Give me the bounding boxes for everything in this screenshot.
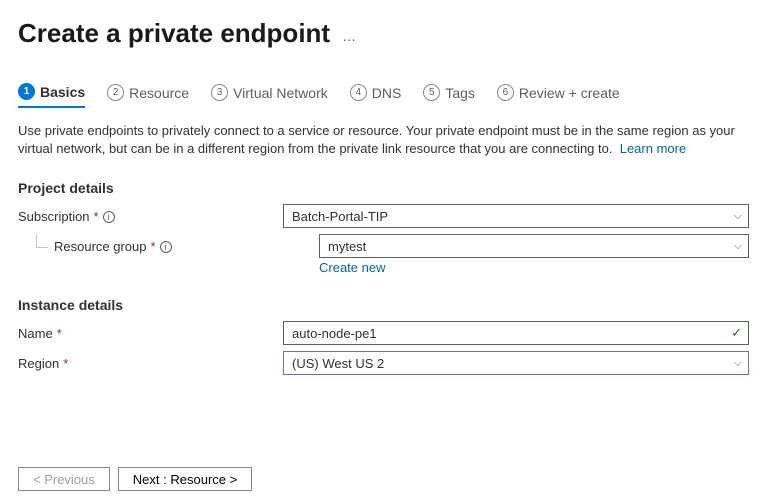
info-icon[interactable]: i — [103, 211, 115, 223]
tab-resource[interactable]: 2 Resource — [107, 84, 189, 107]
tab-dns[interactable]: 4 DNS — [350, 84, 402, 107]
input-value: auto-node-pe1 — [292, 326, 377, 341]
select-value: mytest — [328, 239, 366, 254]
label-text: Resource group — [54, 239, 147, 254]
tab-label: Review + create — [519, 85, 620, 101]
tab-virtual-network[interactable]: 3 Virtual Network — [211, 84, 328, 107]
learn-more-link[interactable]: Learn more — [620, 141, 686, 156]
tab-label: Tags — [445, 85, 475, 101]
tab-tags[interactable]: 5 Tags — [423, 84, 475, 107]
region-label: Region * — [18, 351, 283, 371]
label-text: Region — [18, 356, 59, 371]
description: Use private endpoints to privately conne… — [18, 122, 738, 158]
tab-label: Resource — [129, 85, 189, 101]
name-input[interactable]: auto-node-pe1 ✓ — [283, 321, 749, 345]
wizard-tabs: 1 Basics 2 Resource 3 Virtual Network 4 … — [18, 83, 749, 108]
previous-button: < Previous — [18, 467, 110, 491]
tab-label: Basics — [40, 84, 85, 100]
select-value: Batch-Portal-TIP — [292, 209, 388, 224]
project-details-heading: Project details — [18, 180, 749, 196]
page-title: Create a private endpoint — [18, 18, 330, 49]
tab-step-number: 5 — [423, 84, 440, 101]
more-icon[interactable]: … — [342, 28, 358, 44]
subscription-label: Subscription * i — [18, 204, 283, 224]
chevron-down-icon: ⌵ — [734, 210, 742, 223]
required-indicator: * — [151, 239, 156, 254]
tab-step-number: 3 — [211, 84, 228, 101]
required-indicator: * — [57, 326, 62, 341]
chevron-down-icon: ⌵ — [734, 240, 742, 253]
label-text: Name — [18, 326, 53, 341]
resource-group-select[interactable]: mytest ⌵ — [319, 234, 749, 258]
tab-step-number: 1 — [18, 83, 35, 100]
required-indicator: * — [63, 356, 68, 371]
instance-details-heading: Instance details — [18, 297, 749, 313]
select-value: (US) West US 2 — [292, 356, 384, 371]
check-icon: ✓ — [731, 325, 742, 341]
chevron-down-icon: ⌵ — [734, 357, 742, 370]
region-select[interactable]: (US) West US 2 ⌵ — [283, 351, 749, 375]
create-new-link[interactable]: Create new — [319, 258, 385, 275]
subscription-select[interactable]: Batch-Portal-TIP ⌵ — [283, 204, 749, 228]
resource-group-label: Resource group * i — [54, 234, 319, 254]
tab-step-number: 2 — [107, 84, 124, 101]
tab-label: Virtual Network — [233, 85, 328, 101]
name-label: Name * — [18, 321, 283, 341]
info-icon[interactable]: i — [160, 241, 172, 253]
tab-step-number: 6 — [497, 84, 514, 101]
tab-basics[interactable]: 1 Basics — [18, 83, 85, 108]
required-indicator: * — [94, 209, 99, 224]
tab-step-number: 4 — [350, 84, 367, 101]
tab-label: DNS — [372, 85, 402, 101]
next-button[interactable]: Next : Resource > — [118, 467, 252, 491]
label-text: Subscription — [18, 209, 90, 224]
tree-connector — [36, 234, 48, 248]
tab-review-create[interactable]: 6 Review + create — [497, 84, 620, 107]
wizard-footer: < Previous Next : Resource > — [18, 467, 252, 491]
